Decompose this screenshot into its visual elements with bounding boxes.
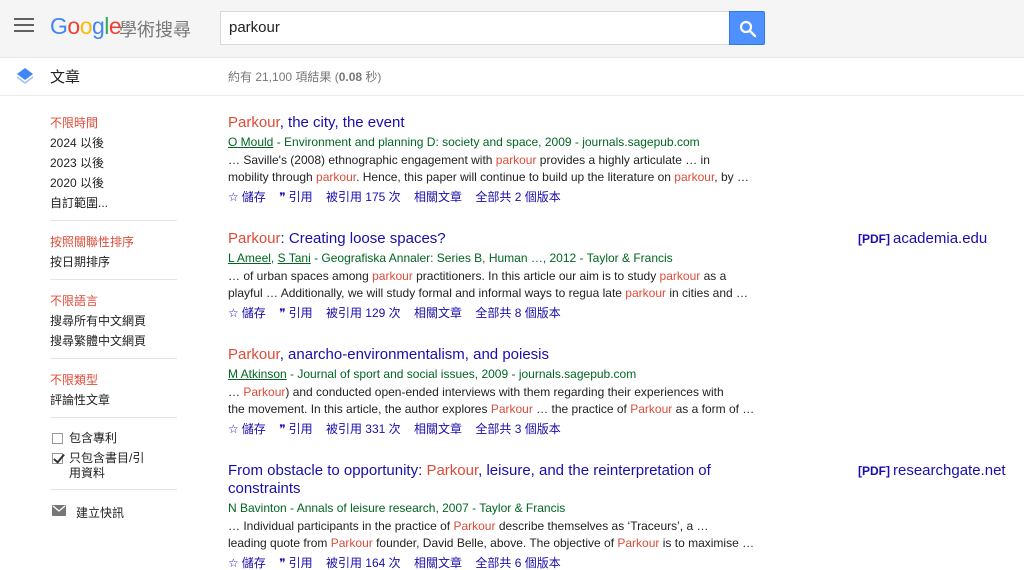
result-meta: N Bavinton - Annals of leisure research,…	[228, 501, 566, 515]
menu-icon[interactable]	[14, 18, 34, 34]
author-link[interactable]: S Tani	[278, 251, 311, 265]
star-icon: ☆	[228, 556, 239, 570]
filter-custom-range[interactable]: 自訂範圍...	[50, 194, 108, 211]
result-title[interactable]: Parkour, anarcho-environmentalism, and p…	[228, 346, 828, 364]
related-articles-link[interactable]: 相關文章	[414, 190, 462, 204]
filter-any-type[interactable]: 不限類型	[50, 371, 98, 388]
sort-by-date[interactable]: 按日期排序	[50, 253, 110, 270]
result-stats: 約有 21,100 項結果 (0.08 秒)	[228, 70, 382, 84]
search-input[interactable]: parkour	[220, 11, 730, 45]
section-label[interactable]: 文章	[50, 66, 80, 87]
include-citations-label: 只包含書目/引用資料	[69, 451, 145, 480]
result-snippet: … of urban spaces among parkour practiti…	[228, 269, 749, 300]
save-button[interactable]: ☆ 儲存	[228, 190, 266, 204]
result-meta: L Ameel, S Tani - Geografiska Annaler: S…	[228, 251, 673, 265]
filter-since-2020[interactable]: 2020 以後	[50, 174, 104, 191]
filter-any-language[interactable]: 不限語言	[50, 292, 98, 309]
top-header: Google 學術搜尋 parkour	[0, 0, 1024, 58]
cite-button[interactable]: ❞ 引用	[279, 422, 312, 436]
mail-icon	[52, 505, 66, 516]
cited-by-link[interactable]: 被引用 175 次	[326, 190, 401, 204]
sub-header: 文章 約有 21,100 項結果 (0.08 秒)	[0, 58, 1024, 96]
related-articles-link[interactable]: 相關文章	[414, 422, 462, 436]
result-snippet: … Saville's (2008) ethnographic engageme…	[228, 153, 749, 184]
star-icon: ☆	[228, 422, 239, 436]
related-articles-link[interactable]: 相關文章	[414, 556, 462, 570]
sort-by-relevance[interactable]: 按照關聯性排序	[50, 233, 134, 250]
author-link[interactable]: L Ameel	[228, 251, 271, 265]
google-logo[interactable]: Google	[50, 13, 122, 40]
filter-since-2023[interactable]: 2023 以後	[50, 154, 104, 171]
quote-icon: ❞	[279, 422, 286, 436]
result-item: Parkour, anarcho-environmentalism, and p…	[228, 346, 828, 438]
cited-by-link[interactable]: 被引用 331 次	[326, 422, 401, 436]
star-icon: ☆	[228, 306, 239, 320]
related-articles-link[interactable]: 相關文章	[414, 306, 462, 320]
filter-traditional-chinese[interactable]: 搜尋繁體中文網頁	[50, 332, 146, 349]
all-versions-link[interactable]: 全部共 2 個版本	[475, 190, 560, 204]
include-patents-checkbox[interactable]	[52, 433, 63, 444]
quote-icon: ❞	[279, 190, 286, 204]
cite-button[interactable]: ❞ 引用	[279, 556, 312, 570]
result-title[interactable]: Parkour, the city, the event	[228, 114, 828, 132]
result-title[interactable]: Parkour: Creating loose spaces?	[228, 230, 828, 248]
all-versions-link[interactable]: 全部共 3 個版本	[475, 422, 560, 436]
include-patents-label: 包含專利	[69, 431, 118, 445]
result-meta: M Atkinson - Journal of sport and social…	[228, 367, 637, 381]
articles-icon	[17, 68, 33, 84]
include-citations-checkbox[interactable]	[52, 453, 63, 464]
result-title[interactable]: From obstacle to opportunity: Parkour, l…	[228, 462, 748, 498]
author-name: N Bavinton	[228, 501, 287, 515]
result-actions: ☆ 儲存 ❞ 引用 被引用 175 次 相關文章 全部共 2 個版本	[228, 188, 828, 206]
create-alert-link[interactable]: 建立快訊	[76, 504, 124, 521]
all-versions-link[interactable]: 全部共 6 個版本	[475, 556, 560, 570]
result-actions: ☆ 儲存 ❞ 引用 被引用 164 次 相關文章 全部共 6 個版本	[228, 554, 748, 570]
save-button[interactable]: ☆ 儲存	[228, 306, 266, 320]
result-item: From obstacle to opportunity: Parkour, l…	[228, 462, 755, 570]
cited-by-link[interactable]: 被引用 164 次	[326, 556, 401, 570]
filter-chinese-pages[interactable]: 搜尋所有中文網頁	[50, 312, 146, 329]
result-meta: O Mould - Environment and planning D: so…	[228, 135, 700, 149]
result-item: Parkour, the city, the event O Mould - E…	[228, 114, 828, 206]
result-actions: ☆ 儲存 ❞ 引用 被引用 331 次 相關文章 全部共 3 個版本	[228, 420, 828, 438]
divider	[50, 220, 177, 221]
divider	[50, 358, 177, 359]
search-icon	[739, 20, 757, 38]
result-item: Parkour: Creating loose spaces? L Ameel,…	[228, 230, 828, 322]
pdf-link[interactable]: [PDF] academia.edu	[858, 230, 987, 247]
star-icon: ☆	[228, 190, 239, 204]
all-versions-link[interactable]: 全部共 8 個版本	[475, 306, 560, 320]
cited-by-link[interactable]: 被引用 129 次	[326, 306, 401, 320]
quote-icon: ❞	[279, 556, 286, 570]
result-snippet: … Parkour) and conducted open-ended inte…	[228, 385, 755, 416]
divider	[50, 417, 177, 418]
pdf-link[interactable]: [PDF] researchgate.net	[858, 462, 1006, 479]
author-link[interactable]: M Atkinson	[228, 367, 287, 381]
save-button[interactable]: ☆ 儲存	[228, 556, 266, 570]
scholar-logo-text[interactable]: 學術搜尋	[119, 16, 191, 42]
divider	[50, 279, 177, 280]
save-button[interactable]: ☆ 儲存	[228, 422, 266, 436]
filter-since-2024[interactable]: 2024 以後	[50, 134, 104, 151]
author-link[interactable]: O Mould	[228, 135, 273, 149]
quote-icon: ❞	[279, 306, 286, 320]
result-actions: ☆ 儲存 ❞ 引用 被引用 129 次 相關文章 全部共 8 個版本	[228, 304, 828, 322]
search-button[interactable]	[729, 11, 765, 45]
result-snippet: … Individual participants in the practic…	[228, 519, 755, 550]
filter-review-articles[interactable]: 評論性文章	[50, 391, 110, 408]
cite-button[interactable]: ❞ 引用	[279, 190, 312, 204]
filter-any-time[interactable]: 不限時間	[50, 114, 98, 131]
divider	[50, 489, 177, 490]
cite-button[interactable]: ❞ 引用	[279, 306, 312, 320]
